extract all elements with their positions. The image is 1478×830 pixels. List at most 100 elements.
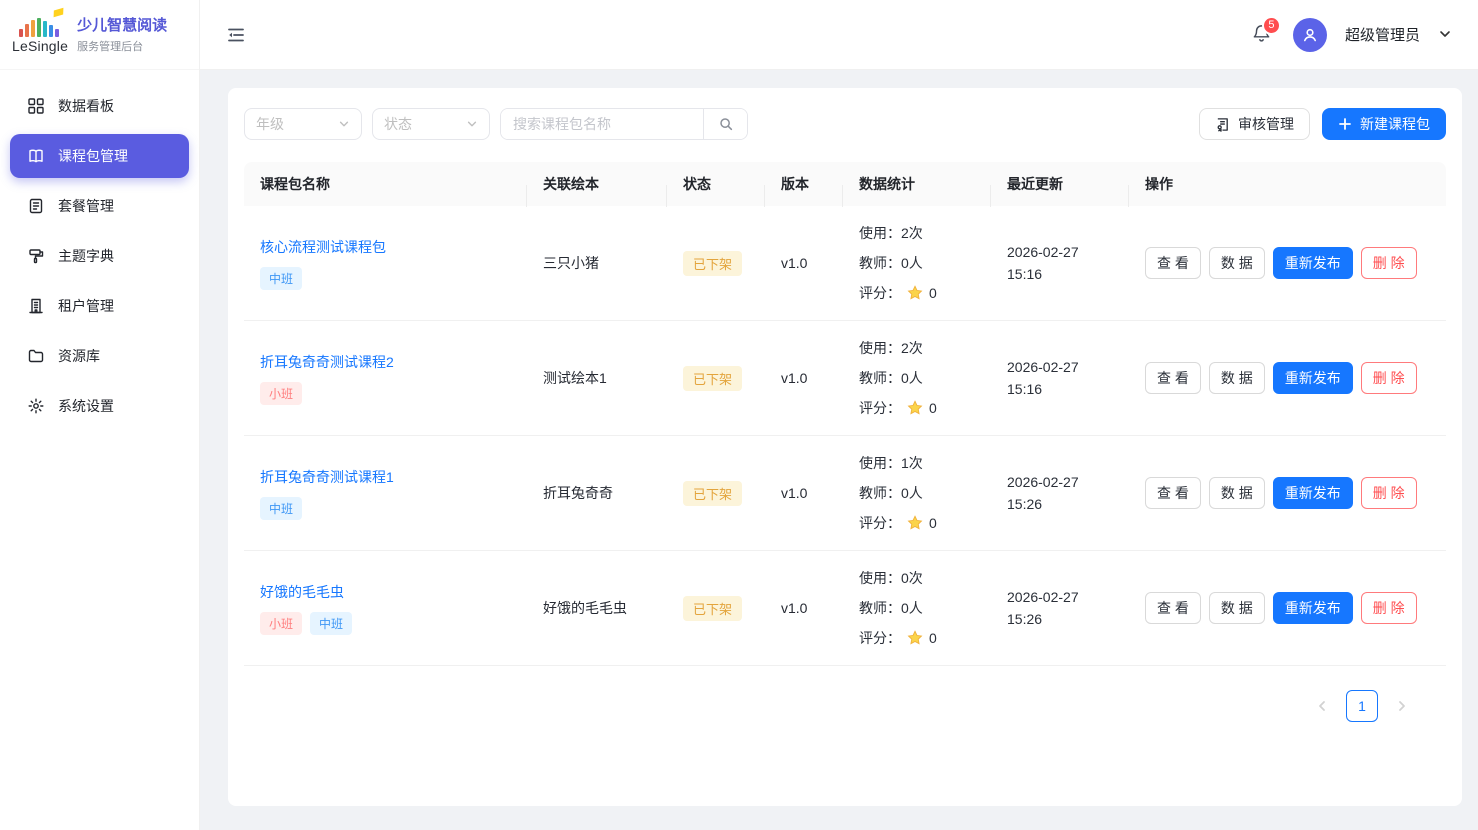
chevron-left-icon — [1316, 700, 1328, 712]
audit-icon — [1215, 117, 1230, 132]
usage-stat: 使用：2次 — [859, 218, 975, 248]
teacher-stat: 教师：0人 — [859, 248, 975, 278]
chevron-down-icon — [338, 118, 350, 130]
create-course-package-button[interactable]: 新建课程包 — [1322, 108, 1446, 140]
updated-cell: 2026-02-27 15:16 — [991, 344, 1129, 412]
chevron-right-icon — [1396, 700, 1408, 712]
audit-button-label: 审核管理 — [1238, 114, 1294, 134]
column-header-stats: 数据统计 — [843, 174, 991, 194]
updated-cell: 2026-02-27 15:16 — [991, 229, 1129, 297]
sidebar-item-system-settings[interactable]: 系统设置 — [10, 384, 189, 428]
data-button[interactable]: 数 据 — [1209, 247, 1265, 279]
usage-stat: 使用：2次 — [859, 333, 975, 363]
username[interactable]: 超级管理员 — [1345, 24, 1420, 45]
notification-bell-button[interactable]: 5 — [1251, 23, 1275, 47]
updated-time: 15:26 — [1007, 493, 1113, 515]
status-select-placeholder: 状态 — [384, 114, 412, 134]
updated-date: 2026-02-27 — [1007, 586, 1113, 608]
rating-stat: 评分：0 — [859, 508, 975, 538]
column-header-status: 状态 — [667, 174, 765, 194]
pagination-next-button[interactable] — [1386, 690, 1418, 722]
sidebar: LeSingle 少儿智慧阅读 服务管理后台 数据看板 课程包管理 套餐管理 主… — [0, 0, 200, 830]
user-icon — [1301, 26, 1319, 44]
sidebar-item-resource-library[interactable]: 资源库 — [10, 334, 189, 378]
grade-select[interactable]: 年级 — [244, 108, 362, 140]
delete-button[interactable]: 删 除 — [1361, 362, 1417, 394]
grade-tag: 中班 — [310, 612, 352, 635]
updated-date: 2026-02-27 — [1007, 241, 1113, 263]
delete-button[interactable]: 删 除 — [1361, 247, 1417, 279]
create-button-label: 新建课程包 — [1360, 114, 1430, 134]
book-cell: 测试绘本1 — [527, 356, 667, 400]
delete-button[interactable]: 删 除 — [1361, 592, 1417, 624]
user-avatar[interactable] — [1293, 18, 1327, 52]
logo-wordmark: LeSingle — [12, 38, 68, 54]
updated-date: 2026-02-27 — [1007, 356, 1113, 378]
actions-cell: 查 看 数 据 重新发布 删 除 — [1129, 350, 1446, 406]
table-row: 好饿的毛毛虫 小班 中班 好饿的毛毛虫 已下架 v1.0 使用：0次 教师：0人… — [244, 551, 1446, 666]
column-header-name: 课程包名称 — [244, 174, 527, 194]
package-name-link[interactable]: 好饿的毛毛虫 — [260, 582, 344, 602]
status-badge: 已下架 — [683, 481, 742, 506]
rating-label: 评分： — [859, 278, 901, 308]
table-row: 折耳兔奇奇测试课程2 小班 测试绘本1 已下架 v1.0 使用：2次 教师：0人… — [244, 321, 1446, 436]
menu-fold-button[interactable] — [222, 21, 250, 49]
sidebar-item-theme-dictionary[interactable]: 主题字典 — [10, 234, 189, 278]
grade-tag: 小班 — [260, 612, 302, 635]
main-area: 5 超级管理员 年级 状态 — [200, 0, 1478, 830]
actions-cell: 查 看 数 据 重新发布 删 除 — [1129, 580, 1446, 636]
brand-logo: LeSingle 少儿智慧阅读 服务管理后台 — [0, 0, 199, 70]
rating-label: 评分： — [859, 393, 901, 423]
user-menu-toggle[interactable] — [1438, 24, 1452, 46]
view-button[interactable]: 查 看 — [1145, 477, 1201, 509]
sidebar-item-tenants[interactable]: 租户管理 — [10, 284, 189, 328]
status-select[interactable]: 状态 — [372, 108, 490, 140]
view-button[interactable]: 查 看 — [1145, 592, 1201, 624]
search-button[interactable] — [703, 109, 747, 139]
package-name-link[interactable]: 核心流程测试课程包 — [260, 237, 386, 257]
data-button[interactable]: 数 据 — [1209, 592, 1265, 624]
table-row: 折耳兔奇奇测试课程1 中班 折耳兔奇奇 已下架 v1.0 使用：1次 教师：0人… — [244, 436, 1446, 551]
actions-cell: 查 看 数 据 重新发布 删 除 — [1129, 465, 1446, 521]
audit-management-button[interactable]: 审核管理 — [1199, 108, 1310, 140]
republish-button[interactable]: 重新发布 — [1273, 477, 1353, 509]
column-header-book: 关联绘本 — [527, 174, 667, 194]
pagination-prev-button[interactable] — [1306, 690, 1338, 722]
star-icon — [906, 284, 924, 302]
grade-tag: 中班 — [260, 267, 302, 290]
dashboard-icon — [27, 97, 45, 115]
package-name-link[interactable]: 折耳兔奇奇测试课程1 — [260, 467, 394, 487]
version-cell: v1.0 — [765, 243, 843, 283]
star-icon — [906, 399, 924, 417]
search-input[interactable] — [501, 109, 703, 139]
brand-title: 少儿智慧阅读 — [77, 16, 167, 35]
notification-count-badge: 5 — [1262, 16, 1281, 35]
open-book-icon — [27, 147, 45, 165]
view-button[interactable]: 查 看 — [1145, 362, 1201, 394]
sidebar-item-plans[interactable]: 套餐管理 — [10, 184, 189, 228]
list-box-icon — [27, 197, 45, 215]
delete-button[interactable]: 删 除 — [1361, 477, 1417, 509]
data-button[interactable]: 数 据 — [1209, 362, 1265, 394]
sidebar-item-dashboard[interactable]: 数据看板 — [10, 84, 189, 128]
republish-button[interactable]: 重新发布 — [1273, 592, 1353, 624]
view-button[interactable]: 查 看 — [1145, 247, 1201, 279]
sidebar-item-course-packages[interactable]: 课程包管理 — [10, 134, 189, 178]
menu-fold-icon — [226, 25, 246, 45]
star-icon — [906, 629, 924, 647]
package-name-link[interactable]: 折耳兔奇奇测试课程2 — [260, 352, 394, 372]
pagination-page-1[interactable]: 1 — [1346, 690, 1378, 722]
building-icon — [27, 297, 45, 315]
filter-toolbar: 年级 状态 — [244, 108, 1446, 140]
republish-button[interactable]: 重新发布 — [1273, 362, 1353, 394]
search-box — [500, 108, 748, 140]
pagination: 1 — [244, 690, 1418, 722]
rating-stat: 评分：0 — [859, 393, 975, 423]
chevron-down-icon — [1438, 27, 1452, 41]
teacher-stat: 教师：0人 — [859, 363, 975, 393]
teacher-stat: 教师：0人 — [859, 593, 975, 623]
updated-time: 15:26 — [1007, 608, 1113, 630]
republish-button[interactable]: 重新发布 — [1273, 247, 1353, 279]
status-badge: 已下架 — [683, 251, 742, 276]
data-button[interactable]: 数 据 — [1209, 477, 1265, 509]
